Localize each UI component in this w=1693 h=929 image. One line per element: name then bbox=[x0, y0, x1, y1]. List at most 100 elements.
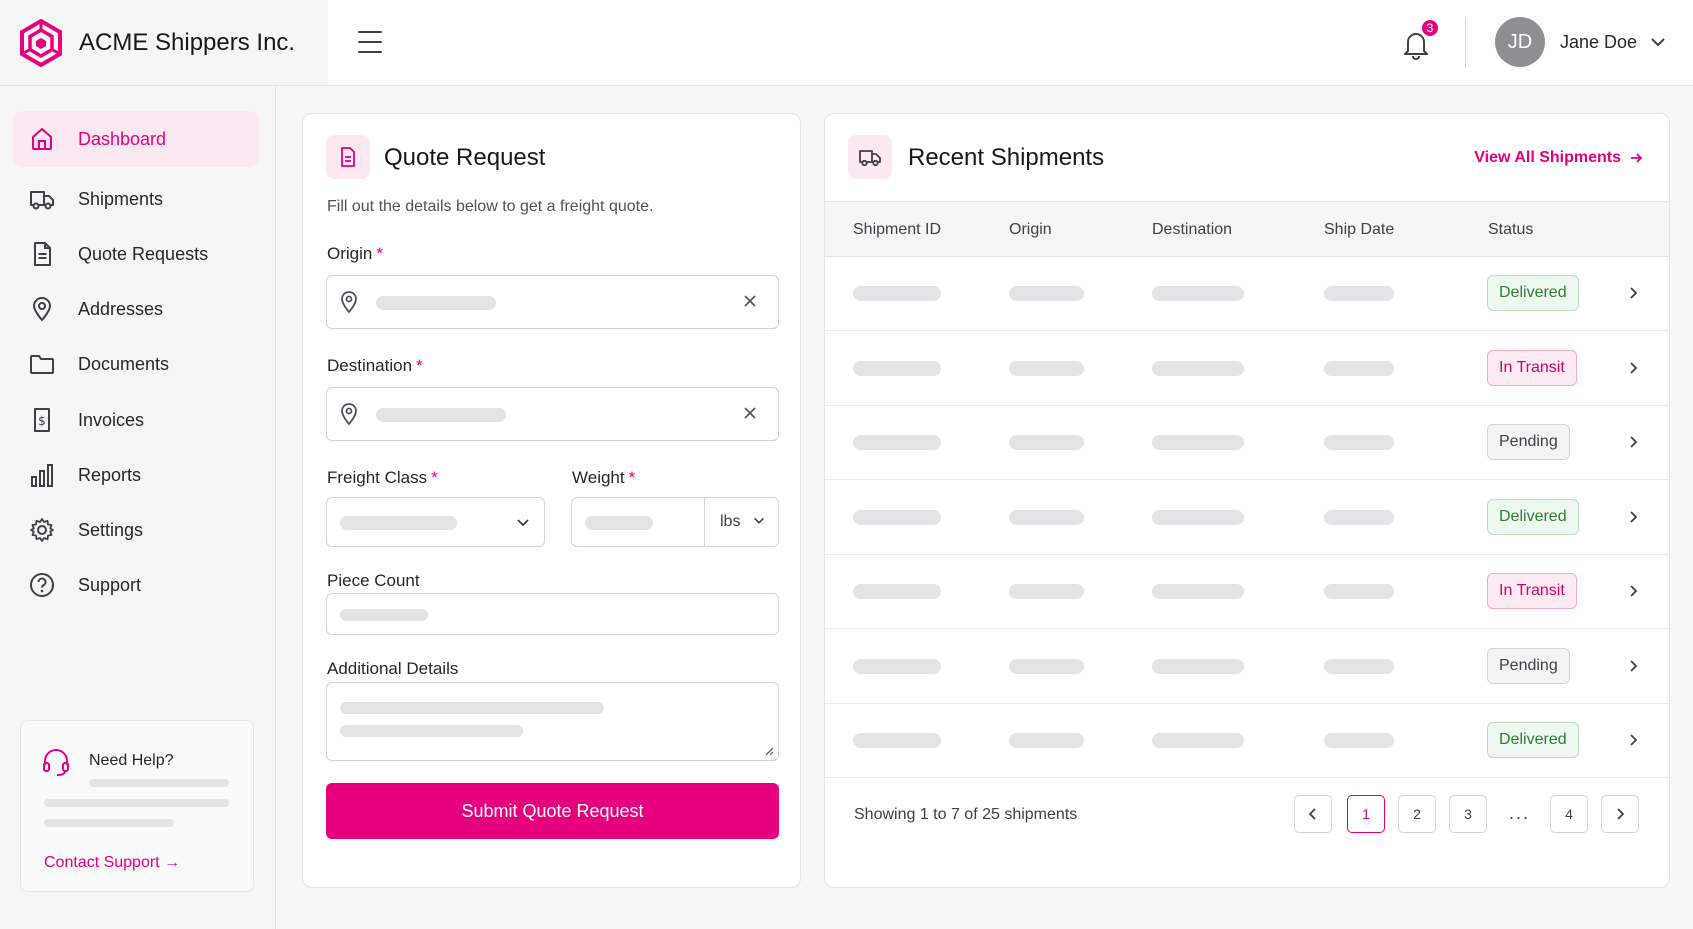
cell-placeholder bbox=[1152, 658, 1244, 674]
table-row[interactable]: In Transit bbox=[825, 332, 1669, 406]
pagination-page-2[interactable]: 2 bbox=[1398, 795, 1436, 833]
status-badge: Pending bbox=[1487, 424, 1570, 460]
brand[interactable]: ACME Shippers Inc. bbox=[0, 0, 328, 85]
submit-quote-button[interactable]: Submit Quote Request bbox=[326, 783, 779, 839]
cell-placeholder bbox=[1324, 360, 1394, 376]
sidebar: Dashboard Shipments Quote Requests Addre… bbox=[0, 86, 276, 929]
pagination-prev-button[interactable] bbox=[1294, 795, 1332, 833]
sidebar-item-support[interactable]: Support bbox=[13, 557, 259, 613]
pagination-summary: Showing 1 to 7 of 25 shipments bbox=[854, 806, 1078, 823]
sidebar-item-addresses[interactable]: Addresses bbox=[13, 281, 259, 337]
table-row[interactable]: Delivered bbox=[825, 704, 1669, 778]
chevron-right-icon[interactable] bbox=[1625, 360, 1641, 376]
freight-class-select[interactable] bbox=[326, 497, 545, 547]
destination-placeholder bbox=[376, 408, 506, 422]
table-row[interactable]: Pending bbox=[825, 630, 1669, 704]
sidebar-item-label: Support bbox=[78, 574, 142, 595]
weight-placeholder bbox=[585, 516, 653, 530]
table-row[interactable]: Delivered bbox=[825, 481, 1669, 555]
svg-text:$: $ bbox=[38, 414, 46, 428]
cell-placeholder bbox=[853, 584, 941, 599]
pagination-page-4[interactable]: 4 bbox=[1550, 795, 1588, 833]
chevron-right-icon[interactable] bbox=[1625, 434, 1641, 450]
cell-placeholder bbox=[1152, 360, 1244, 376]
cell-placeholder bbox=[1009, 584, 1084, 599]
close-icon[interactable] bbox=[742, 293, 758, 309]
table-row[interactable]: Delivered bbox=[825, 257, 1669, 331]
help-text-placeholder bbox=[44, 819, 174, 827]
view-all-shipments-link[interactable]: View All Shipments bbox=[1474, 149, 1643, 167]
table-row[interactable]: In Transit bbox=[825, 555, 1669, 629]
chevron-right-icon[interactable] bbox=[1625, 583, 1641, 599]
piece-count-input[interactable] bbox=[326, 593, 779, 635]
help-text-placeholder bbox=[89, 779, 229, 787]
cell-placeholder bbox=[853, 286, 941, 301]
additional-details-textarea[interactable] bbox=[326, 682, 779, 761]
bar-chart-icon bbox=[31, 464, 53, 487]
sidebar-item-quote-requests[interactable]: Quote Requests bbox=[13, 226, 259, 282]
cell-placeholder bbox=[1324, 658, 1394, 674]
cell-placeholder bbox=[1009, 435, 1084, 450]
sidebar-item-settings[interactable]: Settings bbox=[13, 502, 259, 558]
details-placeholder bbox=[340, 725, 523, 737]
pagination-page-1[interactable]: 1 bbox=[1347, 795, 1385, 833]
weight-input[interactable]: lbs bbox=[571, 497, 779, 547]
close-icon[interactable] bbox=[742, 405, 758, 421]
sidebar-item-invoices[interactable]: $ Invoices bbox=[13, 392, 259, 448]
chevron-right-icon[interactable] bbox=[1625, 658, 1641, 674]
chevron-right-icon[interactable] bbox=[1625, 732, 1641, 748]
cell-placeholder bbox=[1324, 286, 1394, 301]
cell-placeholder bbox=[1009, 509, 1084, 525]
help-text-placeholder bbox=[44, 799, 229, 807]
receipt-icon: $ bbox=[34, 408, 50, 432]
menu-toggle-button[interactable] bbox=[356, 28, 384, 56]
status-badge: Delivered bbox=[1487, 498, 1579, 535]
chevron-right-icon[interactable] bbox=[1625, 509, 1641, 525]
arrow-right-icon bbox=[1631, 153, 1643, 163]
pagination-page-3[interactable]: 3 bbox=[1449, 795, 1487, 833]
cell-placeholder bbox=[1324, 509, 1394, 525]
app-title: ACME Shippers Inc. bbox=[79, 28, 296, 56]
chevron-down-icon bbox=[754, 517, 764, 524]
help-title: Need Help? bbox=[89, 752, 174, 769]
sidebar-item-shipments[interactable]: Shipments bbox=[13, 171, 259, 227]
quote-card-icon bbox=[326, 135, 370, 179]
cell-placeholder bbox=[853, 509, 941, 525]
chevron-right-icon bbox=[1617, 808, 1625, 820]
sidebar-item-label: Reports bbox=[78, 464, 142, 485]
resize-handle-icon[interactable] bbox=[764, 746, 774, 756]
table-header: Shipment ID Origin Destination Ship Date… bbox=[825, 201, 1669, 257]
destination-input[interactable] bbox=[326, 387, 779, 441]
hamburger-icon bbox=[358, 31, 382, 33]
freight-class-label: Freight Class * bbox=[327, 468, 438, 487]
cell-placeholder bbox=[853, 435, 941, 450]
weight-unit-select[interactable]: lbs bbox=[705, 498, 779, 546]
map-pin-icon bbox=[341, 291, 357, 314]
sidebar-item-label: Settings bbox=[78, 519, 144, 540]
help-circle-icon bbox=[30, 573, 54, 597]
quote-request-card: Quote Request Fill out the details below… bbox=[302, 113, 801, 888]
origin-input[interactable] bbox=[326, 275, 779, 329]
user-name: Jane Doe bbox=[1560, 31, 1638, 52]
cell-placeholder bbox=[1009, 286, 1084, 301]
status-badge: Pending bbox=[1487, 647, 1570, 684]
user-menu[interactable]: JD Jane Doe bbox=[1495, 17, 1667, 67]
document-icon bbox=[341, 147, 355, 167]
column-header: Status bbox=[1488, 221, 1534, 238]
column-header: Shipment ID bbox=[853, 221, 942, 238]
status-badge: Delivered bbox=[1487, 275, 1579, 311]
chevron-right-icon[interactable] bbox=[1625, 285, 1641, 301]
pagination-next-button[interactable] bbox=[1601, 795, 1639, 833]
folder-icon bbox=[30, 355, 54, 374]
sidebar-item-dashboard[interactable]: Dashboard bbox=[13, 111, 259, 167]
sidebar-item-reports[interactable]: Reports bbox=[13, 447, 259, 503]
column-header: Origin bbox=[1009, 221, 1052, 238]
sidebar-item-label: Quote Requests bbox=[78, 243, 209, 264]
table-row[interactable]: Pending bbox=[825, 406, 1669, 480]
pagination-ellipsis: ... bbox=[1509, 803, 1531, 823]
sidebar-item-documents[interactable]: Documents bbox=[13, 336, 259, 392]
cell-placeholder bbox=[1152, 509, 1244, 525]
additional-details-label: Additional Details bbox=[327, 659, 459, 678]
chevron-down-icon bbox=[1651, 38, 1665, 47]
contact-support-link[interactable]: Contact Support → bbox=[44, 854, 180, 872]
